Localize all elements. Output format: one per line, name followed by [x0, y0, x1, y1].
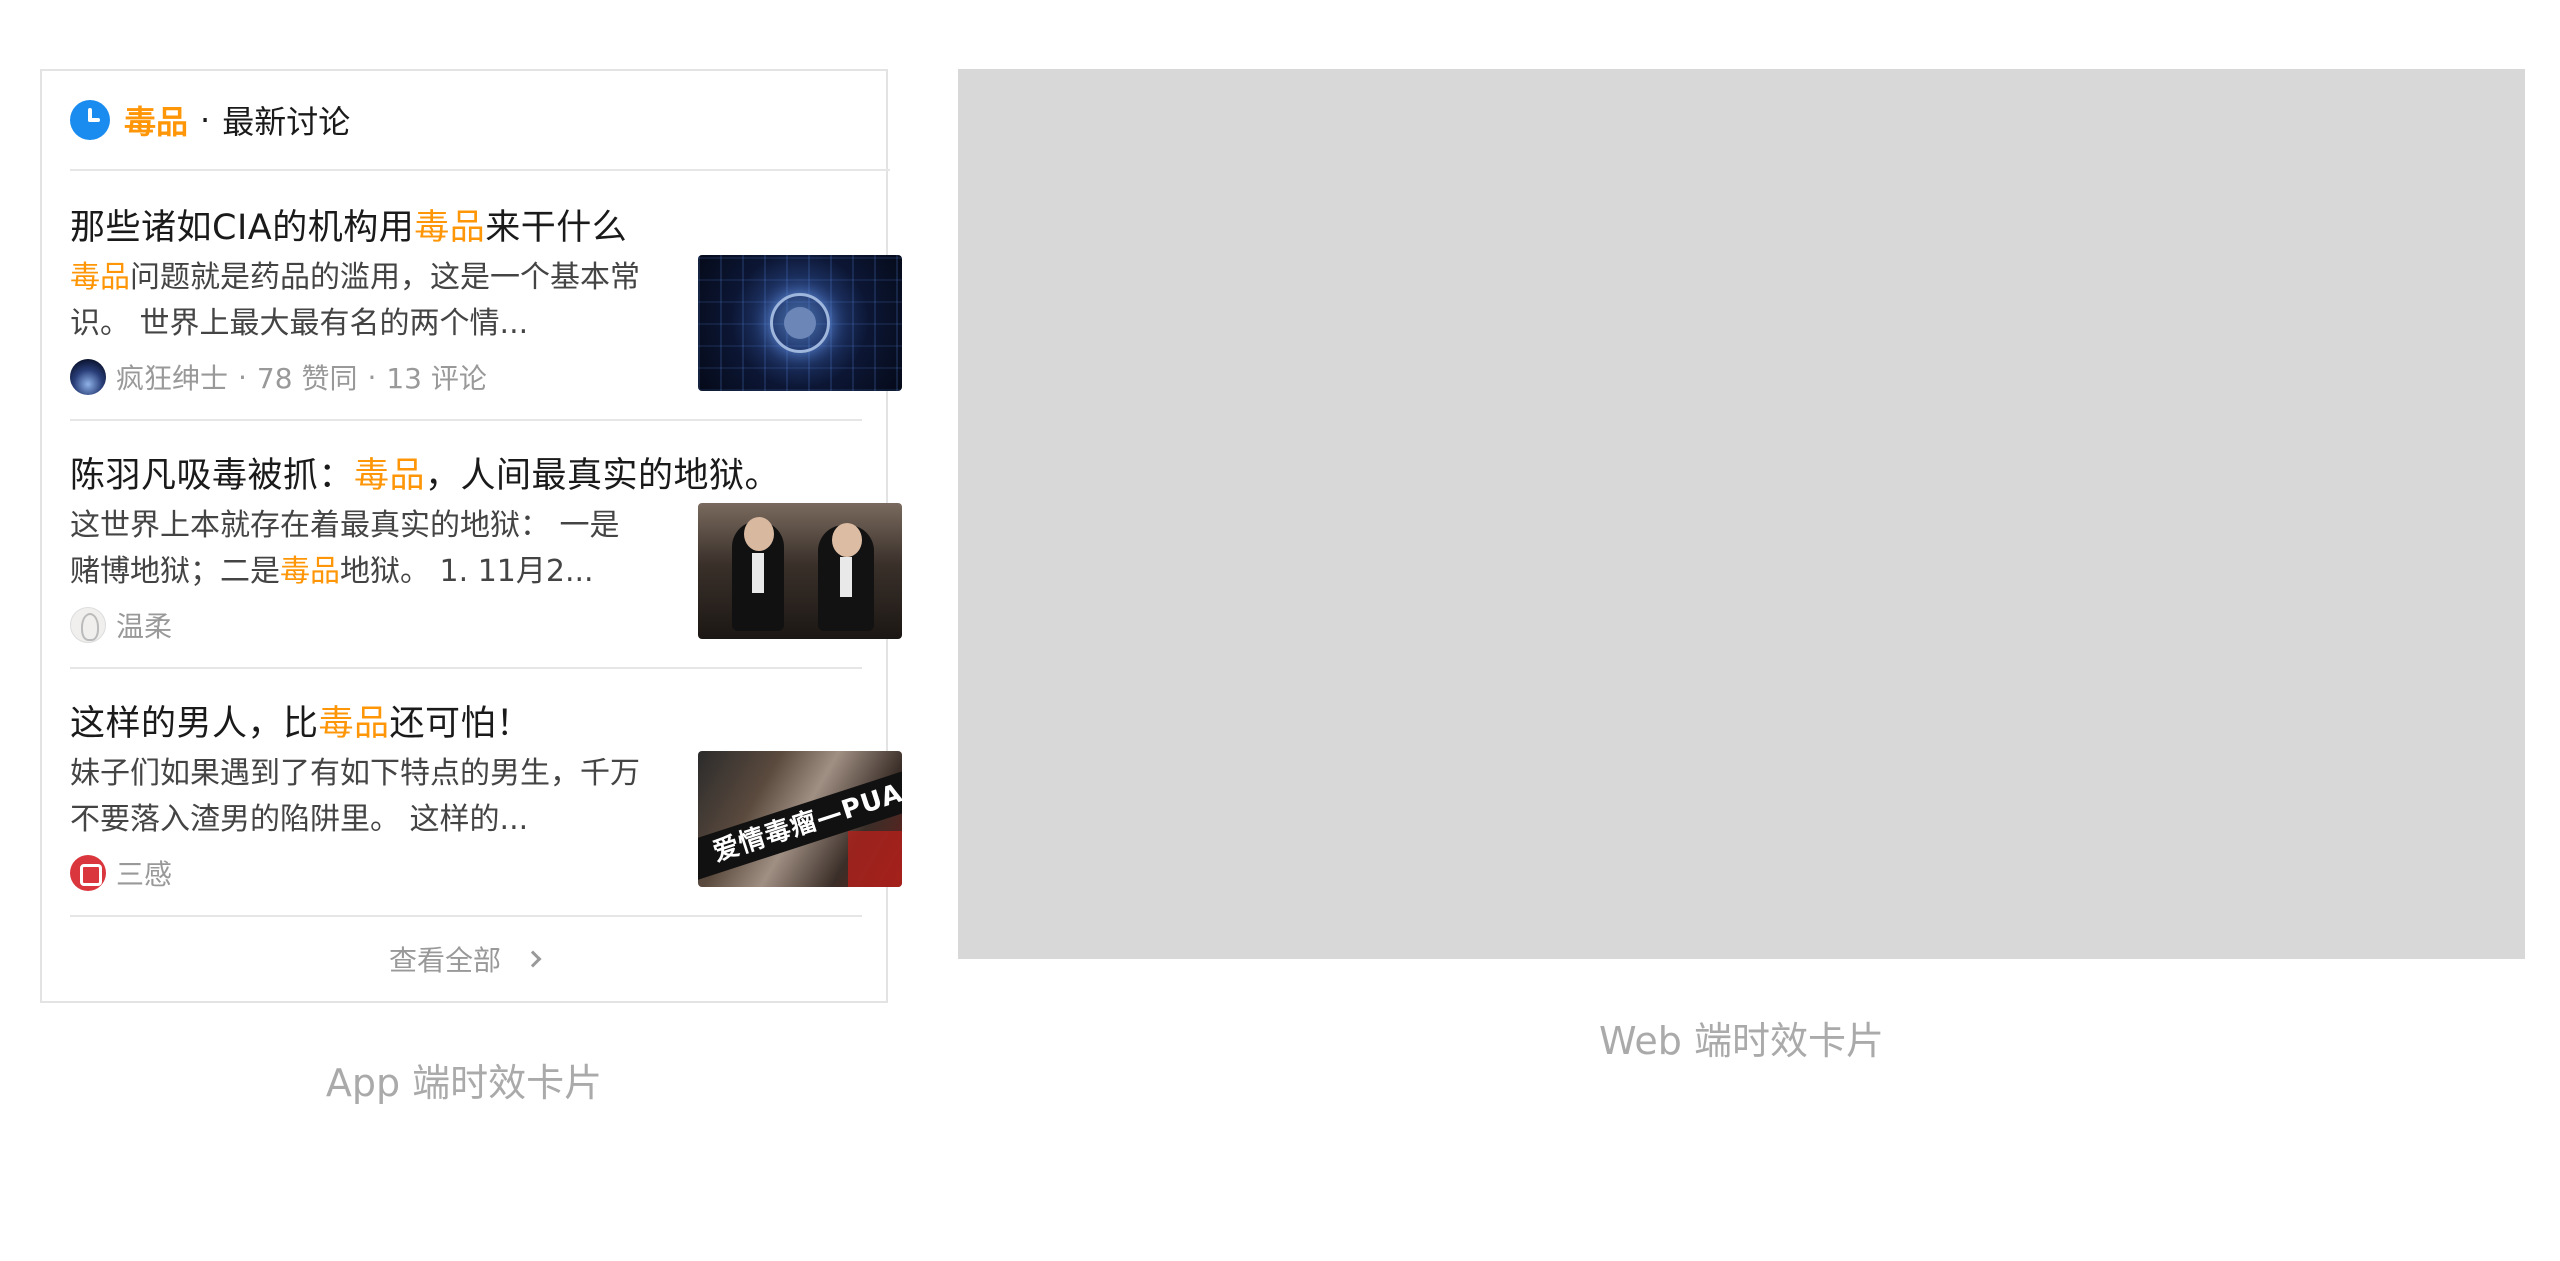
excerpt-highlight: 毒品: [70, 260, 130, 295]
title-text: 那些诸如CIA的机构用: [70, 208, 415, 248]
item-thumbnail[interactable]: [698, 503, 902, 639]
thumbnail-accent: [848, 831, 902, 887]
excerpt-text: 问题就是药品的滥用，这是一个基本常识。 世界上最大最有名的两个情...: [70, 260, 640, 341]
cia-seal-center: [784, 307, 816, 339]
person-head: [744, 517, 774, 551]
web-card-placeholder: [958, 69, 2525, 959]
discussion-item[interactable]: 这样的男人，比毒品还可怕！ 妹子们如果遇到了有如下特点的男生，千万不要落入渣男的…: [70, 669, 902, 917]
item-excerpt: 毒品问题就是药品的滥用，这是一个基本常识。 世界上最大最有名的两个情...: [70, 255, 640, 347]
header-separator: ·: [200, 101, 211, 139]
header-topic[interactable]: 毒品: [124, 97, 188, 143]
view-all-link[interactable]: 查看全部: [42, 917, 886, 1001]
item-thumbnail[interactable]: [698, 255, 902, 391]
title-highlight: 毒品: [318, 704, 390, 744]
title-text: 来干什么: [485, 208, 628, 248]
item-title[interactable]: 陈羽凡吸毒被抓：毒品，人间最真实的地狱。: [70, 447, 780, 498]
meta-separator: ·: [238, 360, 247, 394]
app-card-caption: App 端时效卡片: [325, 1061, 603, 1105]
app-timely-card: 毒品 · 最新讨论 那些诸如CIA的机构用毒品来干什么 毒品问题就是药品的滥用，…: [40, 69, 902, 1003]
excerpt-text: 地狱。 1. 11月2...: [340, 554, 594, 589]
excerpt-text: 妹子们如果遇到了有如下特点的男生，千万不要落入渣男的陷阱里。 这样的...: [70, 756, 640, 837]
author-name[interactable]: 温柔: [116, 605, 172, 645]
view-all-label: 查看全部: [388, 944, 501, 977]
author-name[interactable]: 疯狂绅士: [116, 357, 228, 397]
item-title[interactable]: 那些诸如CIA的机构用毒品来干什么: [70, 199, 627, 250]
web-card-caption: Web 端时效卡片: [1599, 1019, 1884, 1063]
header-label: 最新讨论: [222, 103, 351, 141]
card-header: 毒品 · 最新讨论: [70, 71, 890, 171]
title-highlight: 毒品: [414, 208, 486, 248]
meta-separator: ·: [367, 360, 377, 394]
comments-count: 13 评论: [386, 362, 487, 395]
item-meta: 温柔: [70, 607, 172, 643]
avatar[interactable]: [70, 855, 106, 891]
item-meta: 三感: [70, 855, 172, 891]
avatar[interactable]: [70, 359, 106, 395]
excerpt-highlight: 毒品: [280, 554, 340, 589]
item-excerpt: 这世界上本就存在着最真实的地狱： 一是赌博地狱；二是毒品地狱。 1. 11月2.…: [70, 503, 640, 595]
avatar[interactable]: [70, 607, 106, 643]
shirt: [752, 553, 764, 593]
person-head: [832, 523, 862, 557]
discussion-item[interactable]: 陈羽凡吸毒被抓：毒品，人间最真实的地狱。 这世界上本就存在着最真实的地狱： 一是…: [70, 421, 902, 669]
discussion-item[interactable]: 那些诸如CIA的机构用毒品来干什么 毒品问题就是药品的滥用，这是一个基本常识。 …: [70, 173, 902, 421]
item-meta: 疯狂绅士 · 78 赞同 · 13 评论: [70, 359, 487, 395]
title-text: 还可怕！: [389, 704, 532, 744]
item-excerpt: 妹子们如果遇到了有如下特点的男生，千万不要落入渣男的陷阱里。 这样的...: [70, 751, 640, 843]
likes-count: 78 赞同: [256, 362, 358, 395]
clock-icon: [70, 100, 110, 140]
item-thumbnail[interactable]: 爱情毒瘤—PUA: [698, 751, 902, 887]
title-text: 这样的男人，比: [70, 704, 319, 744]
item-title[interactable]: 这样的男人，比毒品还可怕！: [70, 695, 532, 746]
chevron-right-icon: [524, 950, 542, 968]
title-highlight: 毒品: [354, 456, 426, 496]
title-text: ，人间最真实的地狱。: [425, 456, 781, 496]
shirt: [840, 557, 852, 597]
author-name[interactable]: 三感: [116, 853, 172, 893]
title-text: 陈羽凡吸毒被抓：: [70, 456, 355, 496]
